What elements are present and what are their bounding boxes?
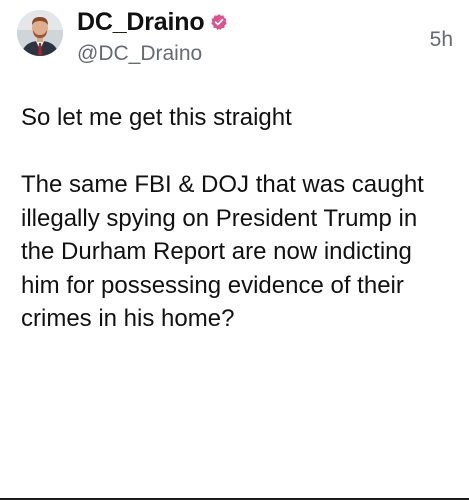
avatar[interactable]	[17, 10, 63, 56]
timestamp[interactable]: 5h	[430, 28, 453, 52]
handle[interactable]: @DC_Draino	[77, 42, 228, 66]
display-name[interactable]: DC_Draino	[77, 8, 205, 37]
post-card: DC_Draino @DC_Draino 5h So let me get th…	[0, 0, 469, 500]
name-row: DC_Draino	[77, 6, 228, 38]
verified-badge-icon	[210, 13, 228, 31]
post-text: So let me get this straight The same FBI…	[21, 104, 424, 332]
author-block: DC_Draino @DC_Draino	[77, 6, 228, 66]
